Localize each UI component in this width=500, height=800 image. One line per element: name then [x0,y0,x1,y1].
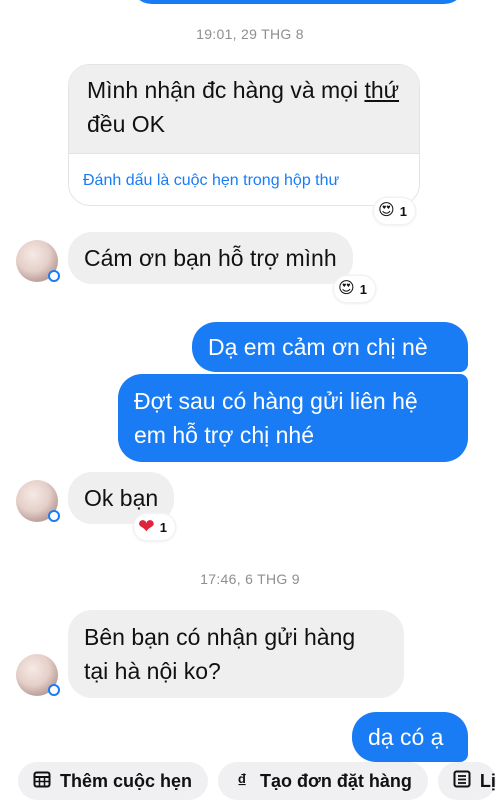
card-text-after: đều OK [87,111,165,137]
schedule-label: Lị [479,770,496,791]
sent-message[interactable]: Đợt sau có hàng gửi liên hệ em hỗ trợ ch… [118,374,468,462]
add-appointment-label: Thêm cuộc hẹn [60,770,193,791]
mark-appointment-link[interactable]: Đánh dấu là cuộc hẹn trong hộp thư [69,153,419,205]
add-appointment-button[interactable]: Thêm cuộc hẹn [18,762,209,800]
message-line: em hỗ trợ chị nhé [134,422,315,448]
reaction-count: 1 [359,281,367,297]
list-icon [452,770,472,793]
card-text-before: Mình nhận đc hàng và mọi [87,77,365,103]
quick-actions-bar: Thêm cuộc hẹn ₫ Tạo đơn đặt hàng Lị [0,762,500,800]
message-line: tại hà nội ko? [84,658,221,684]
sent-message[interactable]: dạ có ạ [352,712,468,762]
reaction-count: 1 [399,203,407,219]
reaction-badge[interactable]: 😍 1 [374,198,415,224]
timestamp: 17:46, 6 THG 9 [200,571,300,587]
dong-currency-icon: ₫ [237,770,247,791]
calendar-icon [32,770,52,793]
timestamp: 19:01, 29 THG 8 [196,26,304,42]
received-message[interactable]: Cám ơn bạn hỗ trợ mình [68,232,353,284]
heart-emoji-icon: ❤ [138,516,155,538]
sent-message[interactable]: Dạ em cảm ơn chị nè [192,322,468,372]
message-line: Đợt sau có hàng gửi liên hệ [134,388,418,414]
message-line: Bên bạn có nhận gửi hàng [84,624,356,650]
heart-eyes-emoji-icon: 😍 [378,202,395,219]
avatar[interactable] [16,240,60,282]
previous-sent-bubble [130,0,466,4]
create-order-label: Tạo đơn đặt hàng [260,770,412,791]
card-message-text: Mình nhận đc hàng và mọi thứ đều OK [69,65,419,153]
reaction-count: 1 [159,519,167,535]
reaction-badge[interactable]: ❤ 1 [134,514,175,540]
avatar[interactable] [16,480,60,522]
schedule-button[interactable]: Lị [437,762,496,800]
reaction-badge[interactable]: 😍 1 [334,276,375,302]
create-order-button[interactable]: ₫ Tạo đơn đặt hàng [218,762,428,800]
received-message-card[interactable]: Mình nhận đc hàng và mọi thứ đều OK Đánh… [68,64,420,206]
avatar[interactable] [16,654,60,696]
heart-eyes-emoji-icon: 😍 [338,280,355,297]
card-text-underlined[interactable]: thứ [364,77,399,103]
received-message[interactable]: Bên bạn có nhận gửi hàng tại hà nội ko? [68,610,404,698]
